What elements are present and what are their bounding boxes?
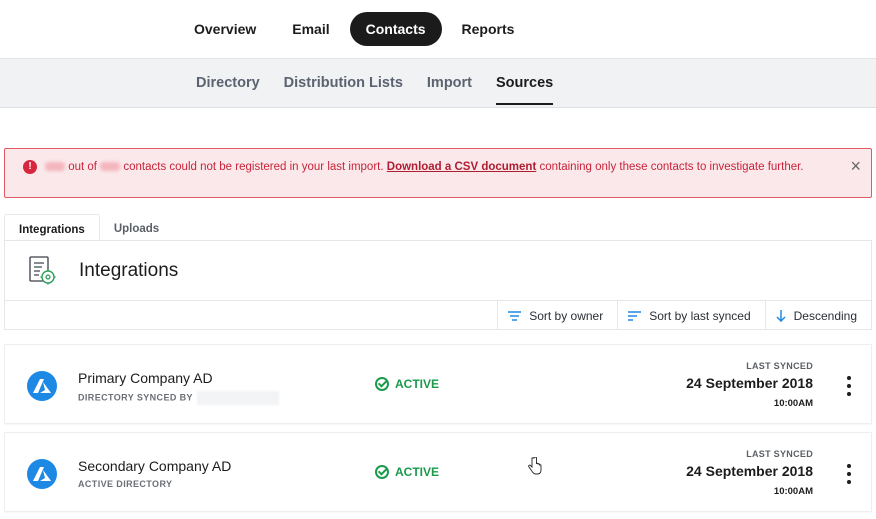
status-badge: ACTIVE — [375, 465, 439, 479]
integration-name: Secondary Company AD — [78, 458, 232, 474]
panel-header: Integrations — [5, 241, 871, 301]
status-badge: ACTIVE — [375, 377, 439, 391]
close-icon[interactable]: × — [850, 157, 861, 175]
integration-subtitle: ACTIVE DIRECTORY — [78, 479, 173, 489]
last-synced-date: 24 September 2018 — [686, 463, 813, 479]
more-options-icon[interactable] — [845, 376, 853, 396]
redacted-total — [100, 162, 121, 172]
azure-icon — [27, 459, 57, 489]
redacted-count — [45, 162, 65, 172]
check-circle-icon — [375, 465, 389, 479]
sort-by-last-synced-button[interactable]: Sort by last synced — [617, 301, 764, 330]
sort-bar: Sort by owner Sort by last synced Descen… — [5, 301, 871, 330]
subtab-distribution-lists[interactable]: Distribution Lists — [284, 58, 403, 108]
subtab-import[interactable]: Import — [427, 58, 472, 108]
top-navigation: Overview Email Contacts Reports — [0, 0, 876, 58]
sort-by-owner-button[interactable]: Sort by owner — [497, 301, 617, 330]
alert-message: out of contacts could not be registered … — [45, 158, 825, 176]
redacted-owner — [196, 391, 279, 405]
tab-overview[interactable]: Overview — [178, 12, 272, 46]
integration-subtitle: DIRECTORY SYNCED BY — [78, 391, 279, 405]
subtab-directory[interactable]: Directory — [196, 58, 260, 108]
integration-row[interactable]: Secondary Company AD ACTIVE DIRECTORY AC… — [4, 432, 872, 512]
source-tabs: Integrations Uploads — [4, 214, 173, 240]
integrations-panel: Integrations Sort by owner Sort by last … — [4, 240, 872, 330]
sub-navigation: Directory Distribution Lists Import Sour… — [0, 58, 876, 108]
tab-uploads[interactable]: Uploads — [100, 214, 173, 240]
last-synced-label: LAST SYNCED — [746, 449, 813, 459]
download-csv-link[interactable]: Download a CSV document — [387, 161, 537, 173]
error-icon: ! — [23, 160, 37, 174]
last-synced-date: 24 September 2018 — [686, 375, 813, 391]
hand-cursor-icon — [528, 457, 542, 475]
document-settings-icon — [29, 255, 56, 284]
azure-icon — [27, 371, 57, 401]
subtab-sources[interactable]: Sources — [496, 58, 554, 108]
import-error-alert: ! out of contacts could not be registere… — [4, 148, 872, 198]
sort-lines-icon — [508, 310, 522, 321]
last-synced-time: 10:00AM — [773, 398, 813, 409]
sort-order-button[interactable]: Descending — [764, 301, 871, 330]
last-synced-time: 10:00AM — [773, 486, 813, 497]
tab-integrations[interactable]: Integrations — [4, 214, 100, 240]
integration-name: Primary Company AD — [78, 370, 213, 386]
sort-lines-icon — [628, 310, 642, 321]
tab-reports[interactable]: Reports — [446, 12, 531, 46]
more-options-icon[interactable] — [845, 464, 853, 484]
tab-email[interactable]: Email — [276, 12, 345, 46]
panel-title: Integrations — [79, 259, 179, 281]
arrow-down-icon — [776, 309, 786, 322]
check-circle-icon — [375, 377, 389, 391]
tab-contacts[interactable]: Contacts — [349, 12, 442, 46]
integration-row[interactable]: Primary Company AD DIRECTORY SYNCED BY A… — [4, 344, 872, 424]
last-synced-label: LAST SYNCED — [746, 361, 813, 371]
